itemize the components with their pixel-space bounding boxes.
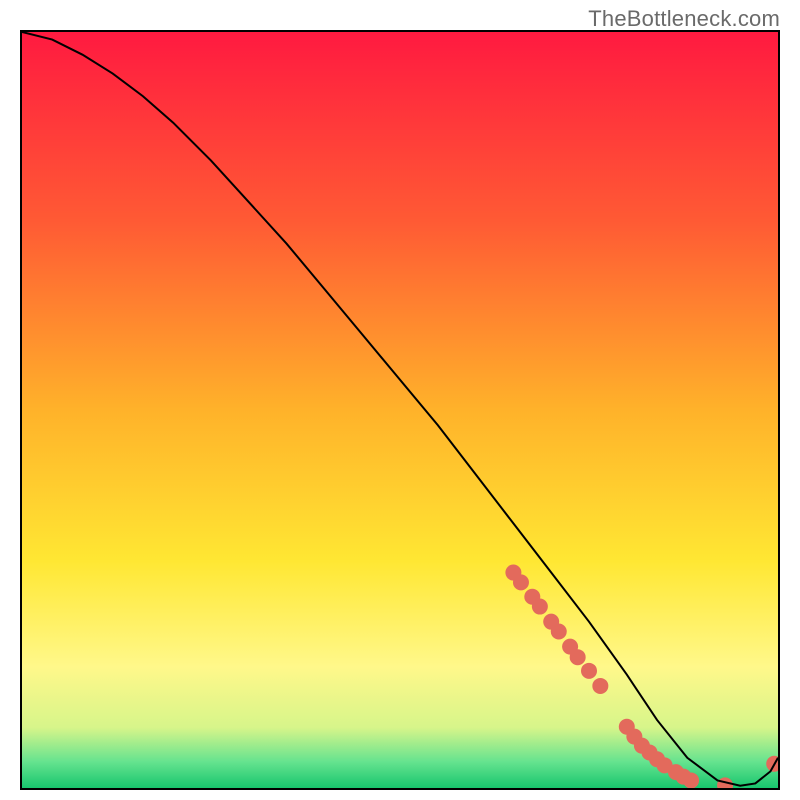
marker-dot xyxy=(570,649,586,665)
marker-dot xyxy=(581,663,597,679)
plot-area xyxy=(20,30,780,790)
bottleneck-curve xyxy=(22,32,778,786)
marker-dot xyxy=(683,772,699,788)
chart-container: TheBottleneck.com xyxy=(0,0,800,800)
marker-dot xyxy=(551,624,567,640)
marker-dots xyxy=(505,565,778,788)
curve-layer xyxy=(22,32,778,788)
watermark-text: TheBottleneck.com xyxy=(588,6,780,32)
marker-dot xyxy=(532,599,548,615)
marker-dot xyxy=(592,678,608,694)
marker-dot xyxy=(513,574,529,590)
